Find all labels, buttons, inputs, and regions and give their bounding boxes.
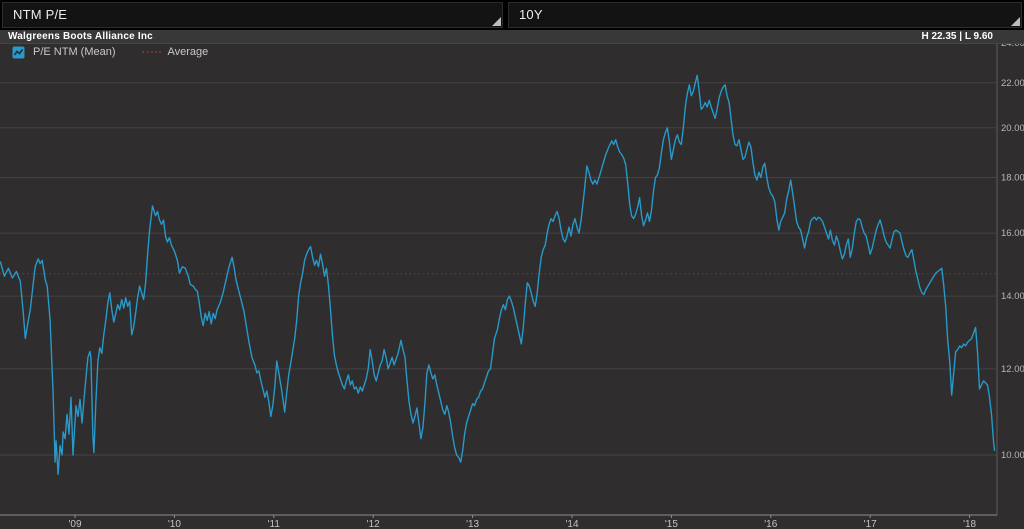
pe-ntm-series-line: [0, 75, 994, 474]
legend-series-label[interactable]: P/E NTM (Mean): [33, 46, 116, 58]
x-axis-label: '16: [764, 519, 777, 529]
range-selector[interactable]: 10Y: [508, 2, 1022, 28]
dropdown-grip-icon: [1011, 17, 1020, 26]
metric-selector[interactable]: NTM P/E: [2, 2, 503, 28]
x-axis-label: '13: [466, 519, 479, 529]
high-low-readout: H 22.35 | L 9.60: [921, 31, 993, 42]
x-axis-label: '17: [864, 519, 877, 529]
y-axis-label: 16.00: [1001, 228, 1024, 239]
y-axis-label: 22.00: [1001, 78, 1024, 89]
y-axis-label: 10.00: [1001, 450, 1024, 461]
chart-legend: P/E NTM (Mean) Average: [12, 45, 208, 59]
series-chart-icon[interactable]: [12, 46, 25, 59]
legend-average-label[interactable]: Average: [168, 46, 209, 58]
chart-plot-area[interactable]: 24.0022.0020.0018.0016.0014.0012.0010.00…: [0, 0, 1024, 529]
x-axis-label: '12: [367, 519, 380, 529]
x-axis-label: '15: [665, 519, 678, 529]
y-axis-label: 12.00: [1001, 364, 1024, 375]
toolbar: NTM P/E 10Y: [0, 0, 1024, 30]
dropdown-grip-icon: [492, 17, 501, 26]
x-axis-label: '14: [565, 519, 578, 529]
average-line-swatch: [142, 51, 161, 53]
app-window: { "toolbar": { "metric_selector": { "val…: [0, 0, 1024, 529]
range-selector-value: 10Y: [519, 7, 543, 22]
x-axis-label: '18: [963, 519, 976, 529]
company-name: Walgreens Boots Alliance Inc: [8, 31, 153, 42]
chart-header: Walgreens Boots Alliance Inc H 22.35 | L…: [0, 30, 1024, 44]
y-axis-label: 14.00: [1001, 291, 1024, 302]
x-axis-label: '11: [268, 519, 281, 529]
x-axis-label: '10: [168, 519, 181, 529]
y-axis-label: 20.00: [1001, 123, 1024, 134]
x-axis-label: '09: [68, 519, 81, 529]
y-axis-label: 18.00: [1001, 173, 1024, 184]
metric-selector-value: NTM P/E: [13, 7, 67, 22]
